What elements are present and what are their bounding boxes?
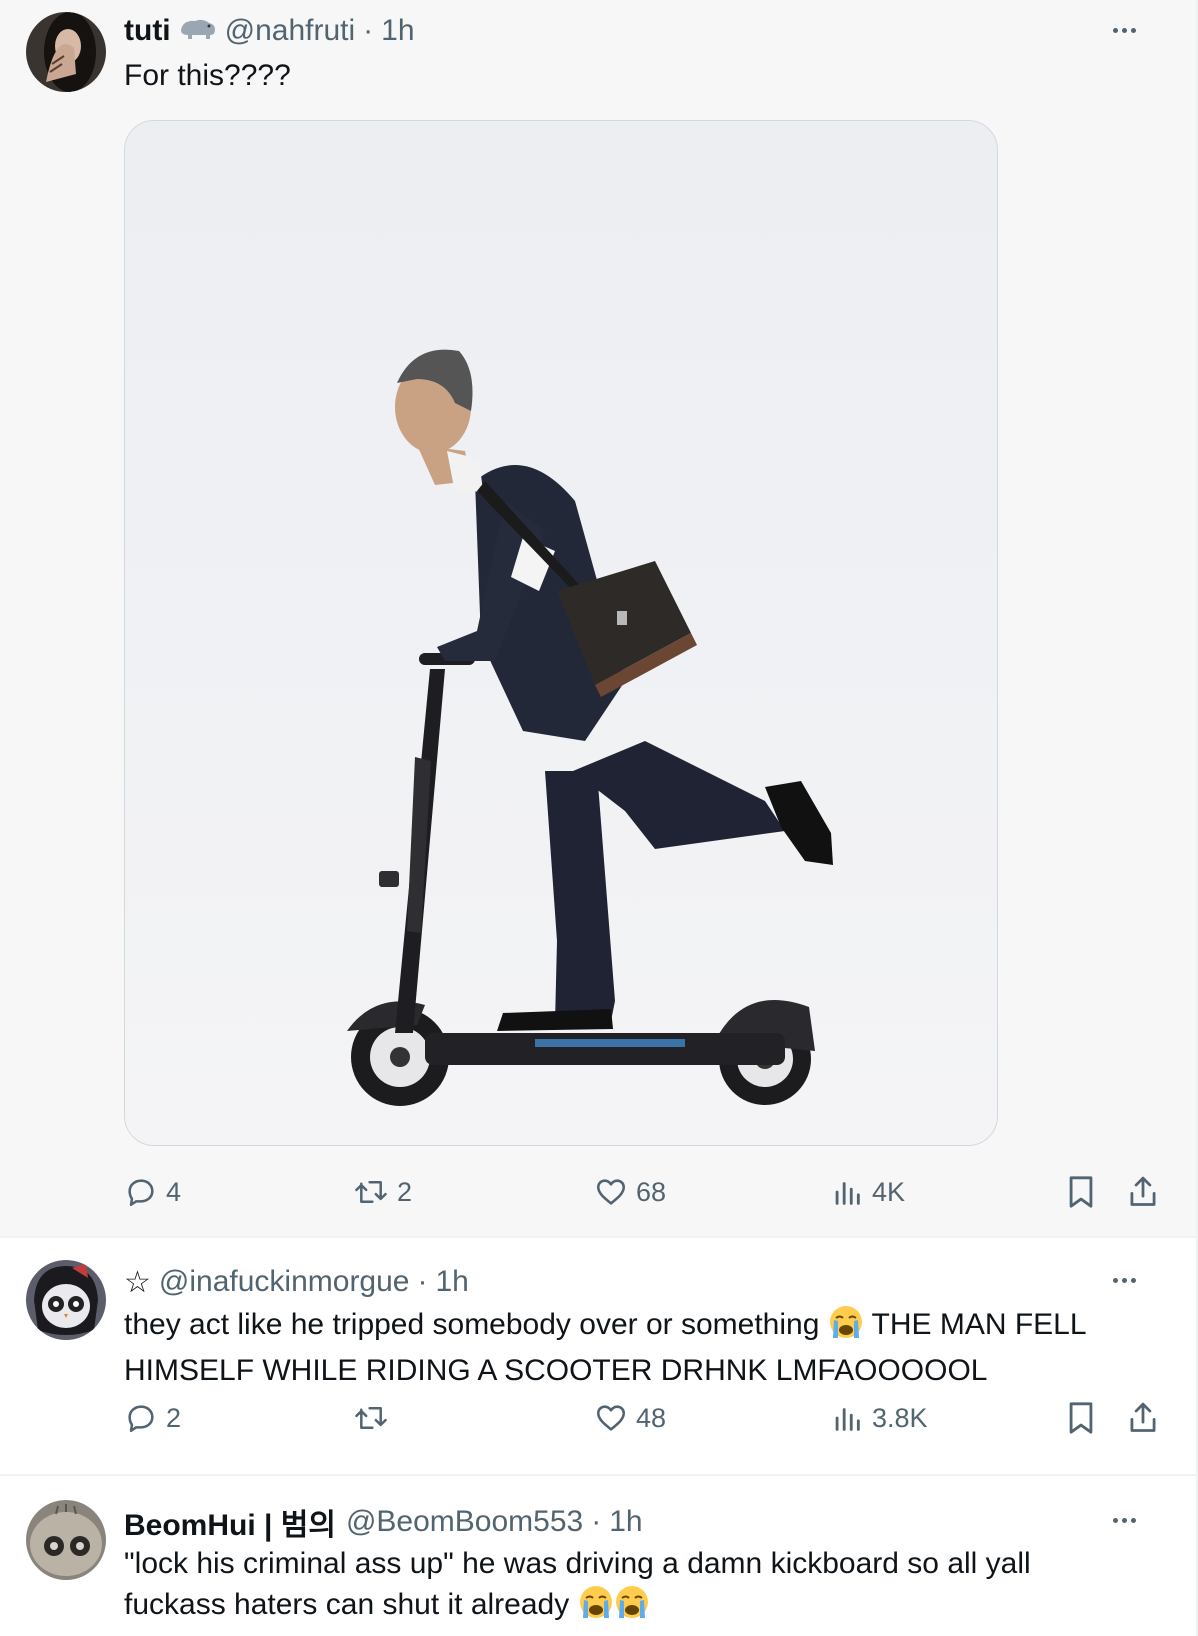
like-button[interactable]: 48 [594,1396,666,1440]
display-name[interactable]: tuti [124,14,171,48]
share-icon [1130,1402,1156,1432]
avatar[interactable] [26,1260,106,1340]
share-button[interactable] [1126,1170,1160,1214]
reply-tweet[interactable]: ☆ @inafuckinmorgue · 1h they act like he… [0,1238,1196,1474]
repost-icon [355,1181,387,1203]
repost-button[interactable]: 2 [353,1170,412,1214]
like-button[interactable]: 68 [594,1170,666,1214]
share-button[interactable] [1126,1396,1160,1440]
tweet-text: "lock his criminal ass up" he was drivin… [124,1544,1084,1631]
views-count: 3.8K [872,1402,928,1433]
timestamp[interactable]: 1h [609,1505,642,1539]
reply-count: 4 [166,1176,182,1207]
views-count: 4K [872,1176,906,1207]
tweet-main[interactable]: tuti @nahfruti · 1h For this???? 4 2 68 … [0,0,1196,1236]
tweet-header: BeomHui | 범의 @BeomBoom553 · 1h [124,1502,643,1542]
reply-icon [128,1405,154,1433]
reply-tweet[interactable]: BeomHui | 범의 @BeomBoom553 · 1h "lock his… [0,1476,1196,1636]
avatar[interactable] [26,1500,106,1580]
crying-emoji [578,1584,614,1631]
reply-count: 2 [166,1402,182,1433]
tweet-header: tuti @nahfruti · 1h [124,11,415,51]
display-name[interactable]: BeomHui | 범의 [124,1500,336,1544]
bookmark-icon [1069,1402,1093,1434]
bookmark-button[interactable] [1064,1396,1098,1440]
star-icon: ☆ [124,1265,151,1299]
timestamp[interactable]: 1h [435,1265,468,1299]
bookmark-button[interactable] [1064,1170,1098,1214]
tweet-header: ☆ @inafuckinmorgue · 1h [124,1262,469,1302]
reply-button[interactable]: 2 [124,1396,181,1440]
repost-icon [355,1407,387,1429]
like-icon [596,1179,626,1205]
reply-button[interactable]: 4 [124,1170,181,1214]
timestamp[interactable]: 1h [381,14,414,48]
like-count: 48 [636,1402,667,1433]
like-icon [596,1405,626,1431]
tweet-text-part: they act like he tripped somebody over o… [124,1308,828,1341]
tweet-text: they act like he tripped somebody over o… [124,1304,1134,1391]
crying-emoji [828,1304,864,1351]
scooter-photo [125,121,997,1145]
hippo-badge-icon [179,14,217,48]
bookmark-icon [1069,1176,1093,1208]
separator-dot: · [363,14,374,47]
more-icon[interactable] [1104,1500,1144,1540]
handle[interactable]: @BeomBoom553 [346,1505,583,1539]
more-icon[interactable] [1104,1260,1144,1300]
more-icon[interactable] [1104,10,1144,50]
tweet-actions: 4 2 68 4K [0,1170,1196,1214]
separator-dot: · [591,1505,602,1538]
tweet-text: For this???? [124,59,291,92]
views-button[interactable]: 4K [830,1170,905,1214]
avatar[interactable] [26,12,106,92]
views-icon [835,1408,860,1431]
reply-icon [128,1179,154,1207]
tweet-actions: 2 48 3.8K [0,1396,1196,1440]
handle[interactable]: @inafuckinmorgue [159,1265,410,1299]
views-icon [835,1182,860,1205]
crying-emoji [614,1584,650,1631]
share-icon [1130,1176,1156,1206]
views-button[interactable]: 3.8K [830,1396,928,1440]
separator-dot: · [417,1265,428,1298]
like-count: 68 [636,1176,667,1207]
repost-count: 2 [397,1176,413,1207]
repost-button[interactable] [353,1396,397,1440]
tweet-image[interactable] [124,120,998,1146]
handle[interactable]: @nahfruti [225,14,356,48]
